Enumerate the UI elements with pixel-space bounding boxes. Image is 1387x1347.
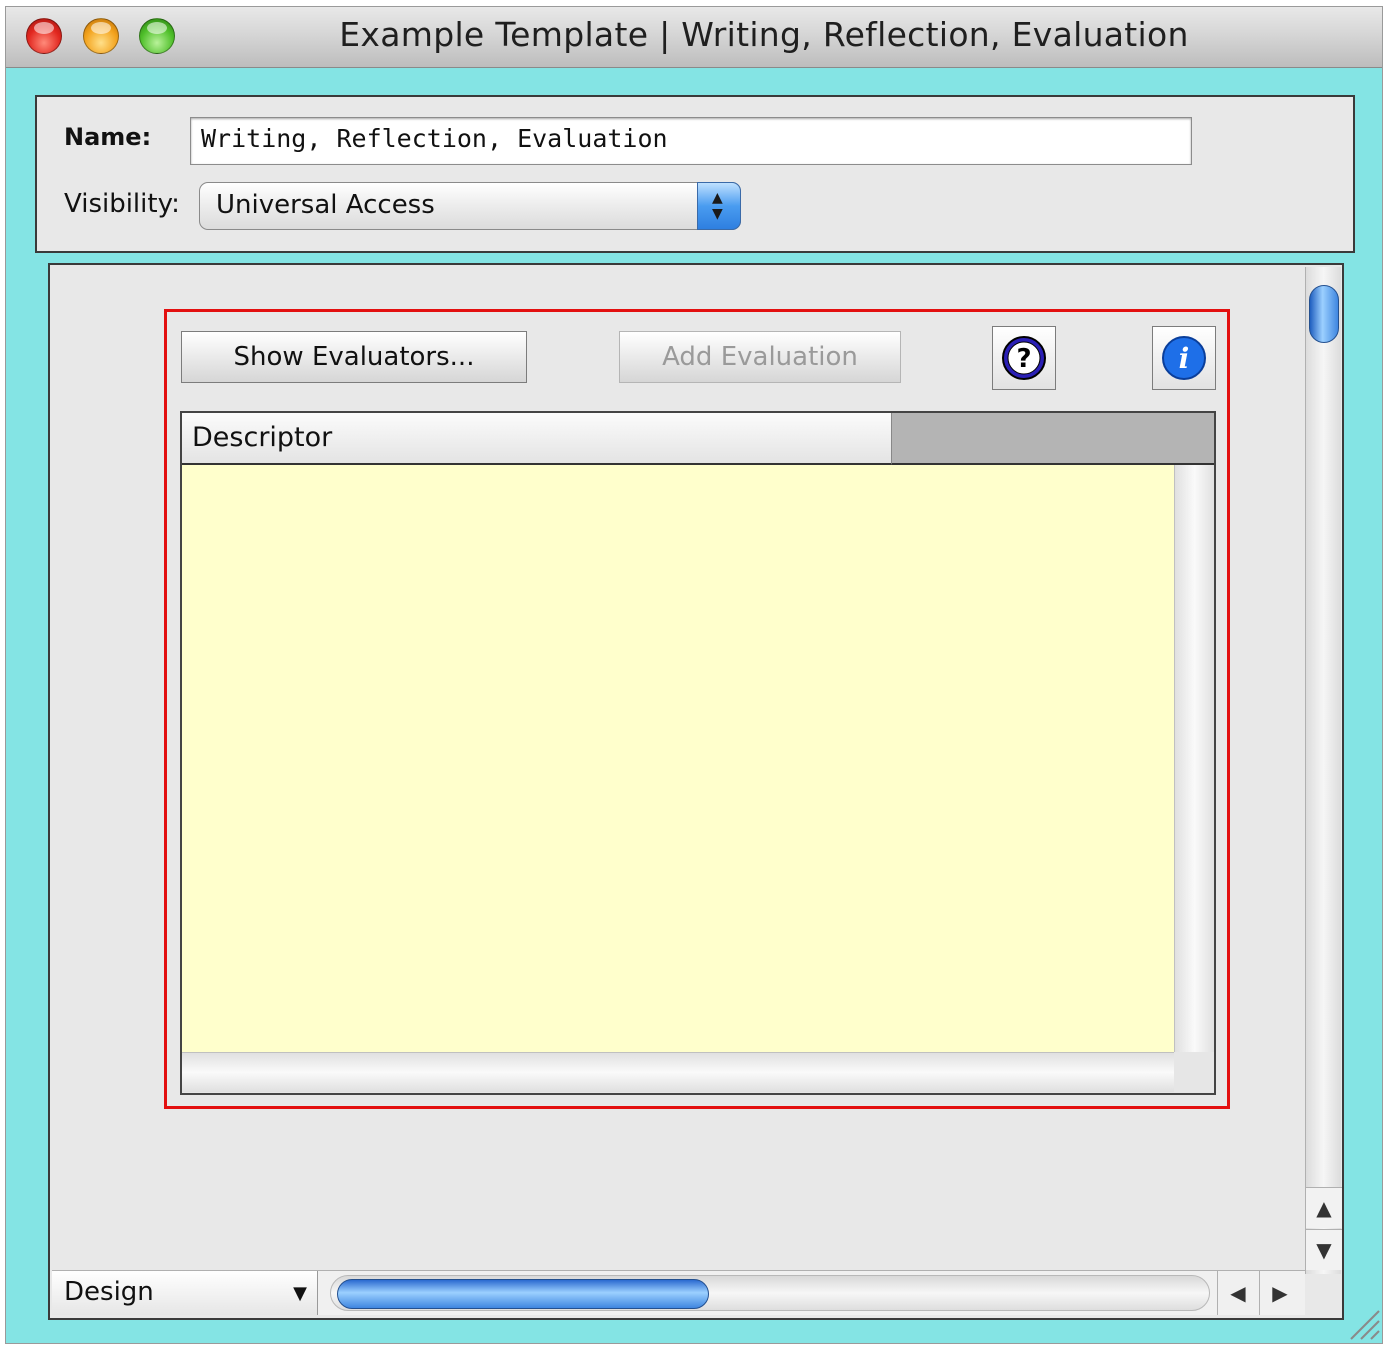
scroll-up-arrow-icon[interactable]: ▲ — [1306, 1187, 1342, 1228]
table-horizontal-scrollbar[interactable] — [182, 1052, 1174, 1092]
add-evaluation-button[interactable]: Add Evaluation — [619, 331, 901, 383]
main-vertical-scrollbar[interactable]: ▲ ▼ — [1305, 267, 1342, 1274]
help-button[interactable]: ? — [992, 326, 1056, 390]
svg-text:i: i — [1179, 342, 1190, 375]
mode-select[interactable]: Design ▼ — [52, 1271, 318, 1315]
mode-select-value: Design — [64, 1277, 154, 1307]
blank-column-header — [892, 413, 1214, 465]
bottom-bar: Design ▼ ◀ ▶ — [52, 1270, 1305, 1315]
descriptor-table[interactable]: Descriptor — [180, 411, 1216, 1095]
info-icon: i — [1162, 336, 1206, 380]
visibility-select-value: Universal Access — [216, 190, 435, 220]
main-horizontal-scrollbar[interactable] — [330, 1275, 1210, 1311]
table-body[interactable] — [182, 465, 1174, 1052]
name-label: Name: — [64, 123, 152, 151]
chevron-down-icon: ▼ — [293, 1283, 307, 1304]
help-icon: ? — [1002, 336, 1046, 380]
svg-text:?: ? — [1016, 344, 1031, 374]
title-bar[interactable]: Example Template | Writing, Reflection, … — [6, 7, 1382, 68]
select-arrows-icon: ▲ ▼ — [697, 182, 741, 230]
resize-grip-icon[interactable] — [1341, 1305, 1381, 1341]
window-title: Example Template | Writing, Reflection, … — [339, 15, 1189, 54]
scroll-left-arrow-icon[interactable]: ◀ — [1217, 1271, 1258, 1315]
app-window: Example Template | Writing, Reflection, … — [5, 6, 1383, 1344]
close-window-button[interactable] — [26, 18, 62, 54]
show-evaluators-button[interactable]: Show Evaluators... — [181, 331, 527, 383]
scroll-down-arrow-icon[interactable]: ▼ — [1306, 1229, 1342, 1270]
name-field[interactable]: Writing, Reflection, Evaluation — [190, 117, 1192, 165]
visibility-select[interactable]: Universal Access ▲ ▼ — [199, 182, 741, 230]
table-vertical-scrollbar[interactable] — [1174, 465, 1214, 1052]
minimize-window-button[interactable] — [83, 18, 119, 54]
info-button[interactable]: i — [1152, 326, 1216, 390]
visibility-label: Visibility: — [64, 189, 180, 219]
header-panel: Name: Writing, Reflection, Evaluation Vi… — [35, 95, 1355, 253]
evaluation-frame: Show Evaluators... Add Evaluation ? i De… — [164, 309, 1230, 1109]
vertical-scroll-thumb[interactable] — [1309, 285, 1339, 343]
main-pane: Show Evaluators... Add Evaluation ? i De… — [48, 263, 1344, 1320]
scroll-right-arrow-icon[interactable]: ▶ — [1259, 1271, 1300, 1315]
horizontal-scroll-thumb[interactable] — [337, 1279, 709, 1309]
descriptor-column-header[interactable]: Descriptor — [182, 413, 892, 465]
